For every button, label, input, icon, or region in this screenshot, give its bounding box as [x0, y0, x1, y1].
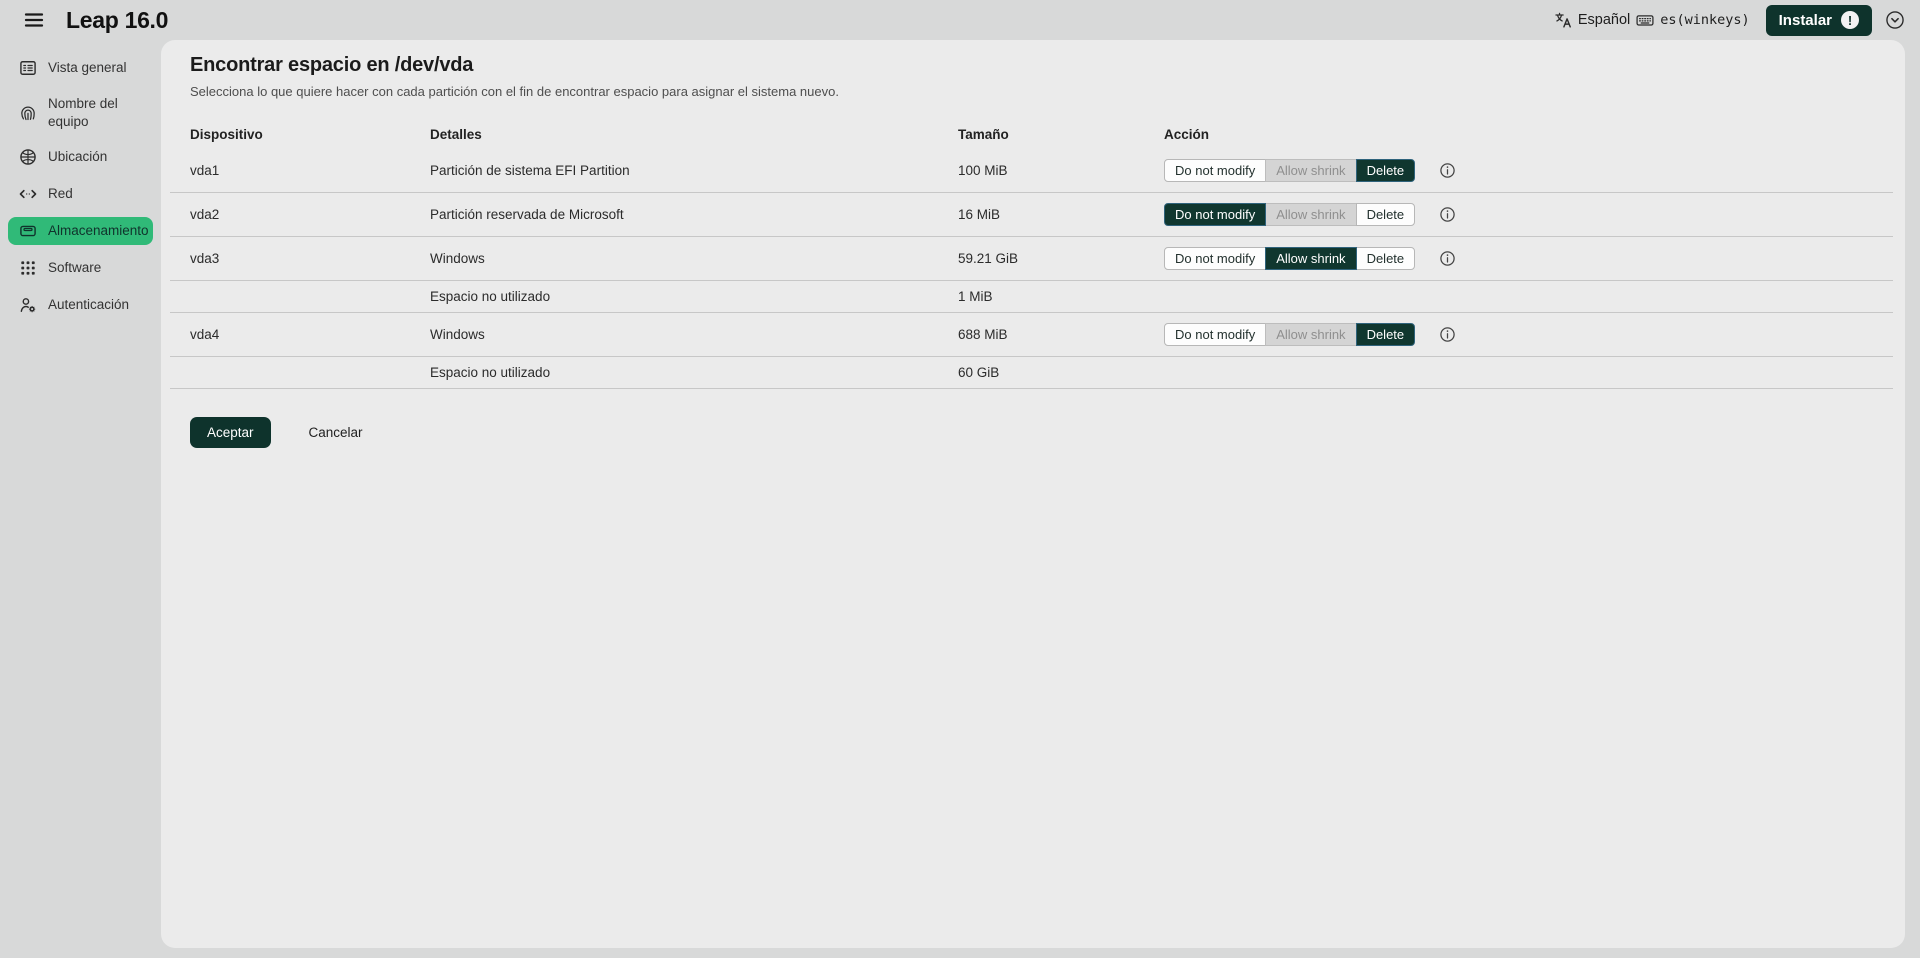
details-cell: Partición de sistema EFI Partition — [430, 163, 630, 178]
content-panel: Encontrar espacio en /dev/vda Selecciona… — [161, 40, 1905, 948]
install-button[interactable]: Instalar ! — [1765, 4, 1872, 36]
location-icon — [18, 147, 38, 167]
action-toggle-group: Do not modify Allow shrink Delete — [1164, 203, 1416, 226]
sidebar-item-almacenamiento[interactable]: Almacenamiento — [8, 217, 153, 246]
action-allow-shrink-button: Allow shrink — [1265, 159, 1357, 182]
table-row: vda2 Partición reservada de Microsoft 16… — [170, 193, 1893, 237]
translate-icon — [1554, 11, 1573, 30]
size-cell: 59.21 GiB — [958, 251, 1019, 266]
sidebar-item-software[interactable]: Software — [8, 254, 153, 282]
menu-button[interactable] — [18, 4, 50, 36]
device-cell: vda4 — [190, 327, 220, 342]
header-dispositivo: Dispositivo — [190, 126, 263, 142]
topbar: Leap 16.0 Español es(winkeys) Instalar ! — [0, 0, 1920, 40]
action-allow-shrink-button: Allow shrink — [1265, 323, 1357, 346]
sidebar-item-label: Software — [48, 260, 102, 276]
partitions-table: Dispositivo Detalles Tamaño Acción vda1 … — [170, 119, 1893, 389]
table-header: Dispositivo Detalles Tamaño Acción — [170, 119, 1893, 149]
sidebar-item-label: Ubicación — [48, 149, 108, 165]
size-cell: 16 MiB — [958, 207, 1001, 222]
cancel-button[interactable]: Cancelar — [309, 425, 363, 440]
sidebar-item-label: Red — [48, 186, 73, 202]
chevron-down-circle-icon — [1886, 11, 1904, 29]
sidebar-item-label: Almacenamiento — [48, 223, 149, 239]
sidebar-item-label: Autenticación — [48, 297, 130, 313]
size-cell: 100 MiB — [958, 163, 1008, 178]
keyboard-layout-label: es(winkeys) — [1660, 12, 1750, 28]
action-do-not-modify-button[interactable]: Do not modify — [1164, 323, 1267, 346]
topbar-right: Español es(winkeys) Instalar ! — [1554, 4, 1906, 36]
action-cell: Do not modify Allow shrink Delete — [1164, 247, 1893, 270]
details-cell: Partición reservada de Microsoft — [430, 207, 624, 222]
install-button-label: Instalar — [1778, 11, 1832, 29]
header-tamano: Tamaño — [958, 126, 1009, 142]
header-detalles: Detalles — [430, 126, 482, 142]
action-do-not-modify-button[interactable]: Do not modify — [1164, 159, 1267, 182]
size-cell: 688 MiB — [958, 327, 1008, 342]
action-cell: Do not modify Allow shrink Delete — [1164, 323, 1893, 346]
page-title: Encontrar espacio en /dev/vda — [190, 54, 474, 76]
details-cell: Windows — [430, 327, 485, 342]
info-icon[interactable] — [1439, 326, 1456, 343]
size-cell: 1 MiB — [958, 289, 993, 304]
info-icon[interactable] — [1439, 162, 1456, 179]
sidebar: Vista general Nombre del equipo Ubicació… — [0, 40, 161, 958]
table-row: Espacio no utilizado 1 MiB — [170, 281, 1893, 313]
sidebar-item-nombre-del-equipo[interactable]: Nombre del equipo — [8, 91, 153, 134]
action-cell: Do not modify Allow shrink Delete — [1164, 203, 1893, 226]
sidebar-item-label: Vista general — [48, 60, 127, 76]
info-icon[interactable] — [1439, 206, 1456, 223]
table-row: vda1 Partición de sistema EFI Partition … — [170, 149, 1893, 193]
size-cell: 60 GiB — [958, 365, 1000, 380]
accept-button[interactable]: Aceptar — [190, 417, 271, 448]
sidebar-item-ubicacion[interactable]: Ubicación — [8, 143, 153, 171]
page-subtitle: Selecciona lo que quiere hacer con cada … — [190, 84, 839, 99]
details-cell: Espacio no utilizado — [430, 289, 551, 304]
action-cell: Do not modify Allow shrink Delete — [1164, 159, 1893, 182]
sidebar-item-autenticacion[interactable]: Autenticación — [8, 291, 153, 319]
device-cell: vda3 — [190, 251, 220, 266]
action-do-not-modify-button[interactable]: Do not modify — [1164, 203, 1267, 226]
authentication-icon — [18, 295, 38, 315]
action-delete-button[interactable]: Delete — [1355, 247, 1416, 270]
action-delete-button[interactable]: Delete — [1355, 203, 1416, 226]
device-cell: vda1 — [190, 163, 220, 178]
install-issues-badge: ! — [1841, 11, 1859, 29]
action-allow-shrink-button[interactable]: Allow shrink — [1265, 247, 1357, 270]
table-row: vda4 Windows 688 MiB Do not modify Allow… — [170, 313, 1893, 357]
language-label: Español — [1577, 12, 1631, 28]
network-icon — [18, 184, 38, 204]
sidebar-item-label: Nombre del equipo — [48, 96, 118, 129]
action-toggle-group: Do not modify Allow shrink Delete — [1164, 247, 1416, 270]
details-cell: Espacio no utilizado — [430, 365, 551, 380]
menu-icon — [24, 13, 44, 27]
details-cell: Windows — [430, 251, 485, 266]
action-toggle-group: Do not modify Allow shrink Delete — [1164, 159, 1416, 182]
sidebar-item-red[interactable]: Red — [8, 180, 153, 208]
options-menu-button[interactable] — [1884, 9, 1906, 31]
storage-icon — [18, 221, 38, 241]
app-title: Leap 16.0 — [66, 6, 169, 33]
keyboard-icon — [1635, 10, 1655, 30]
software-icon — [18, 258, 38, 278]
table-row: Espacio no utilizado 60 GiB — [170, 357, 1893, 389]
sidebar-item-vista-general[interactable]: Vista general — [8, 54, 153, 82]
action-do-not-modify-button[interactable]: Do not modify — [1164, 247, 1267, 270]
action-allow-shrink-button: Allow shrink — [1265, 203, 1357, 226]
locale-status: Español es(winkeys) — [1554, 10, 1750, 30]
device-cell: vda2 — [190, 207, 220, 222]
action-toggle-group: Do not modify Allow shrink Delete — [1164, 323, 1416, 346]
hostname-icon — [18, 103, 38, 123]
info-icon[interactable] — [1439, 250, 1456, 267]
action-delete-button[interactable]: Delete — [1355, 323, 1416, 346]
action-delete-button[interactable]: Delete — [1355, 159, 1416, 182]
overview-icon — [18, 58, 38, 78]
header-accion: Acción — [1164, 126, 1210, 142]
footer-actions: Aceptar Cancelar — [190, 417, 1893, 448]
table-row: vda3 Windows 59.21 GiB Do not modify All… — [170, 237, 1893, 281]
